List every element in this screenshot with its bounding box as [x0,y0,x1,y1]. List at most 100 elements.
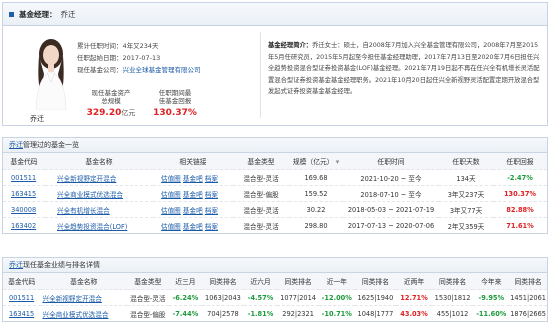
col-2y-rank: 同类排名 [431,273,474,290]
col-ytd-rank: 同类排名 [509,273,547,290]
asset-value: 329.20 [86,108,122,118]
col-1y[interactable]: 近一年 [318,273,355,290]
manager-avatar [35,39,67,110]
col-size[interactable]: 规模（亿元） [289,153,343,170]
fund-size: 30.22 [289,201,343,218]
fund-name-link[interactable]: 兴全有机增长混合 [57,207,110,215]
col-period[interactable]: 任职时间 [343,153,439,170]
rank-1y: 1048|1777 [354,305,397,321]
table-header-row: 基金代码 基金名称 相关链接 基金类型 规模（亿元） 任职时间 任职天数 任职回… [3,153,547,170]
fund-size: 159.52 [289,185,343,202]
fund-code-link[interactable]: 001511 [11,174,36,182]
header-name: 乔迁 [60,9,76,19]
fund-name-link[interactable]: 兴全商业模式优选混合 [43,311,109,319]
archive-link[interactable]: 档案 [205,175,218,183]
archive-link[interactable]: 档案 [205,207,218,215]
col-3m-rank: 同类排名 [202,273,244,290]
valuation-link[interactable]: 估值图 [161,207,181,215]
forum-link[interactable]: 基金吧 [183,175,203,183]
fund-period: 2017-07-13 ~ 2020-07-06 [343,217,439,233]
tenure-value: 4年又234天 [122,42,159,50]
tenure-label: 累计任职时间： [77,42,123,50]
manager-link[interactable]: 乔迁 [9,140,23,150]
managed-funds-header: 乔迁 管理过的基金一览 [3,138,547,153]
asset-stat: 现任基金资产 总规模 329.20亿元 [79,89,143,118]
forum-link[interactable]: 基金吧 [183,207,203,215]
col-6m[interactable]: 近六月 [243,273,278,290]
return-2y: 12.71% [396,289,432,306]
col-days[interactable]: 任职天数 [439,153,493,170]
performance-header: 乔迁 现任基金业绩与排名详情 [3,258,547,273]
fund-name-link[interactable]: 兴全新视野定开混合 [57,175,116,183]
rank-6m: 292|2321 [277,305,319,321]
col-return[interactable]: 任职回报 [493,153,547,170]
rank-2y: 1530|1812 [431,289,474,306]
col-name: 基金名称 [45,153,153,170]
fund-return: 82.88% [493,201,547,218]
table-row: 001511 兴全新视野定开混合 混合型-灵活 -6.24% 1063|2043… [3,289,547,306]
managed-funds-title: 管理过的基金一览 [23,141,79,149]
asset-label-1: 现任基金资产 [91,89,131,97]
fund-code-link[interactable]: 163415 [11,190,36,198]
manager-stats: 现任基金资产 总规模 329.20亿元 任职期间最 佳基金回报 130.37% [79,89,207,118]
start-value: 2017-07-13 [122,54,161,62]
company-link[interactable]: 兴业全球基金管理有限公司 [123,66,201,74]
table-row: 163402 兴全趋势投资混合(LOF) 估值图 基金吧 档案 混合型-灵活 2… [3,217,547,233]
col-type: 基金类型 [233,153,289,170]
bio-label: 基金经理简介： [268,42,313,49]
return-ytd: -11.60% [473,305,510,321]
col-code: 基金代码 [3,153,45,170]
fund-code-link[interactable]: 340008 [11,206,36,214]
rank-ytd: 1451|2061 [509,289,547,306]
fund-days: 3年又77天 [439,201,493,218]
fund-name-link[interactable]: 兴全商业模式优选混合 [57,191,123,199]
company-label: 现任基金公司： [77,66,123,74]
return-label-2: 佳基金回报 [158,97,192,105]
fund-code-link[interactable]: 163415 [9,310,34,318]
col-code: 基金代码 [3,273,41,290]
col-type: 基金类型 [127,273,169,290]
return-value: 130.37% [153,108,197,118]
return-ytd: -9.95% [473,289,510,306]
manager-link[interactable]: 乔迁 [9,260,23,270]
fund-days: 3年又237天 [439,185,493,202]
performance-title: 现任基金业绩与排名详情 [23,261,100,269]
table-row: 163415 兴全商业模式优选混合 混合型-偏股 -7.44% 704|2578… [3,305,547,321]
performance-section: 乔迁 现任基金业绩与排名详情 基金代码 基金名称 基金类型 近三月 同类排名 近六… [2,257,548,322]
col-3m[interactable]: 近三月 [168,273,203,290]
rank-2y: 455|1012 [431,305,474,321]
bio-text: 乔迁女士：硕士，自2008年7月加入兴全基金管理有限公司，2008年7月至201… [268,42,540,96]
fund-name-link[interactable]: 兴全新视野定开混合 [43,295,102,303]
archive-link[interactable]: 档案 [205,191,218,199]
valuation-link[interactable]: 估值图 [161,223,181,231]
header-square-icon [9,11,14,17]
return-1y: -12.00% [318,289,355,306]
fund-name-link[interactable]: 兴全趋势投资混合(LOF) [57,223,127,231]
col-2y[interactable]: 近两年 [396,273,432,290]
table-header-row: 基金代码 基金名称 基金类型 近三月 同类排名 近六月 同类排名 近一年 同类排… [3,273,547,290]
return-stat: 任职期间最 佳基金回报 130.37% [143,89,207,118]
manager-name: 乔迁 [30,115,44,123]
return-label-1: 任职期间最 [158,89,192,97]
fund-return: -2.47% [493,169,547,186]
archive-link[interactable]: 档案 [205,223,218,231]
asset-label-2: 总规模 [101,97,121,105]
forum-link[interactable]: 基金吧 [183,223,203,231]
return-1y: -10.71% [318,305,355,321]
manager-header: 基金经理： 乔迁 [3,3,547,26]
fund-period: 2021-10-20 ~ 至今 [343,169,439,186]
fund-days: 134天 [439,169,493,186]
col-1y-rank: 同类排名 [354,273,397,290]
col-ytd[interactable]: 今年来 [473,273,510,290]
fund-type: 混合型-灵活 [233,169,289,186]
fund-period: 2018-07-10 ~ 至今 [343,185,439,202]
header-label: 基金经理： [19,9,57,19]
fund-code-link[interactable]: 163402 [11,222,36,230]
fund-code-link[interactable]: 001511 [9,294,34,302]
start-label: 任职起始日期： [77,54,123,62]
rank-3m: 1063|2043 [202,289,244,306]
managed-funds-table: 基金代码 基金名称 相关链接 基金类型 规模（亿元） 任职时间 任职天数 任职回… [3,153,547,233]
forum-link[interactable]: 基金吧 [183,191,203,199]
valuation-link[interactable]: 估值图 [161,191,181,199]
valuation-link[interactable]: 估值图 [161,175,181,183]
